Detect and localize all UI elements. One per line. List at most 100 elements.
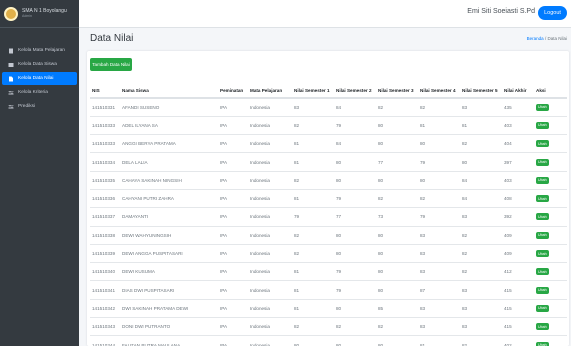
edit-button[interactable]: Ubah (536, 195, 549, 203)
table-cell: 141510340 (90, 262, 120, 282)
table-cell: 80 (376, 226, 418, 245)
table-cell: 79 (334, 189, 376, 209)
edit-button[interactable]: Ubah (536, 341, 549, 346)
table-cell: 141510338 (90, 226, 120, 245)
table-body: 141510331 AFANDI SUSENO IPA Indonesia 83 84 82… (90, 98, 567, 346)
table-cell: 409 (502, 244, 534, 264)
table-cell: 84 (460, 189, 502, 209)
sliders-icon (8, 104, 14, 110)
table-cell: DEWI ANGGA PUSPITASARI (120, 244, 218, 264)
table-cell: 79 (334, 280, 376, 300)
column-header[interactable]: Nilai Semester 2 (334, 83, 376, 99)
table-cell: 81 (292, 189, 334, 209)
table-cell: IPA (218, 226, 248, 245)
edit-button[interactable]: Ubah (536, 286, 549, 294)
sidebar-item[interactable]: Kelola Data Siswa (2, 58, 77, 71)
table-cell: IPA (218, 244, 248, 264)
table-cell: 80 (334, 335, 376, 346)
table-row: 141510344 FAUZAN PUTRA MAULANA IPA Indonesi… (90, 335, 567, 346)
column-header[interactable]: Nilai Akhir (502, 83, 534, 99)
column-header[interactable]: Nama Siswa (120, 83, 218, 99)
table-cell: 80 (376, 134, 418, 154)
table-cell: 141510339 (90, 244, 120, 264)
table-cell: 85 (376, 299, 418, 319)
column-header[interactable]: NIS (90, 83, 120, 99)
table-cell: IPA (218, 280, 248, 300)
table-cell: 397 (502, 152, 534, 172)
table-cell: 403 (502, 171, 534, 190)
edit-button[interactable]: Ubah (536, 231, 549, 239)
table-row: 141510341 DIAS DWI PUSPITASARI IPA Indonesi… (90, 280, 567, 300)
table-cell: Indonesia (248, 317, 292, 337)
column-header[interactable]: Nilai Semester 4 (418, 83, 460, 99)
table-cell: DWI SAKINAH PRATAMA DEWI (120, 299, 218, 319)
table-cell: 79 (418, 207, 460, 227)
table-cell: Indonesia (248, 171, 292, 190)
column-header[interactable]: Nilai Semester 1 (292, 83, 334, 99)
column-header[interactable]: Peminatan (218, 83, 248, 99)
table-cell: 82 (292, 171, 334, 190)
table-cell: AFANDI SUSENO (120, 98, 218, 117)
table-cell: 80 (418, 134, 460, 154)
table-cell: 141510337 (90, 207, 120, 227)
table-header-row: NIS Nama Siswa Peminatan Mata Pelajaran Nila… (90, 83, 567, 99)
table-cell: 83 (418, 244, 460, 264)
table-cell: ANGGI BERYA PRATAMA (120, 134, 218, 154)
table-cell: 83 (418, 299, 460, 319)
edit-button[interactable]: Ubah (536, 304, 549, 312)
table-cell: IPA (218, 152, 248, 172)
table-row: 141510338 DEWI WAHYUNINGSIH IPA Indonesia 82… (90, 226, 567, 245)
table-cell: IPA (218, 335, 248, 346)
column-header[interactable]: Mata Pelajaran (248, 83, 292, 99)
breadcrumb: Beranda / Data Nilai (527, 36, 567, 41)
edit-button[interactable]: Ubah (536, 213, 549, 221)
table-cell: 83 (292, 98, 334, 117)
table-cell: 402 (502, 335, 534, 346)
table-cell: IPA (218, 134, 248, 154)
column-header[interactable]: Nilai Semester 5 (460, 83, 502, 99)
edit-button[interactable]: Ubah (536, 103, 549, 111)
table-row: 141510333 ANGGI BERYA PRATAMA IPA Indonesia… (90, 134, 567, 154)
edit-button[interactable]: Ubah (536, 250, 549, 258)
book-icon (8, 48, 14, 54)
table-cell: Indonesia (248, 262, 292, 282)
edit-button[interactable]: Ubah (536, 323, 549, 331)
column-header[interactable]: Nilai Semester 3 (376, 83, 418, 99)
table-cell: 87 (418, 280, 460, 300)
table-cell: DAMAYANTI (120, 207, 218, 227)
action-cell: Ubah (534, 134, 567, 154)
edit-button[interactable]: Ubah (536, 268, 549, 276)
edit-button[interactable]: Ubah (536, 140, 549, 148)
table-cell: IPA (218, 171, 248, 190)
action-cell: Ubah (534, 280, 567, 300)
table-cell: 141510342 (90, 299, 120, 319)
table-cell: 141510331 (90, 98, 120, 117)
page-title: Data Nilai (90, 33, 134, 44)
sidebar-item[interactable]: Kelola Mata Pelajaran (2, 44, 77, 57)
edit-button[interactable]: Ubah (536, 176, 549, 184)
brand-text: SMA N 1 Boyolangu Admin (22, 8, 67, 19)
sidebar-item[interactable]: Kelola Kriteria (2, 86, 77, 99)
breadcrumb-home[interactable]: Beranda (527, 36, 544, 41)
table-cell: 82 (292, 317, 334, 337)
table-cell: Indonesia (248, 152, 292, 172)
table-cell: 403 (502, 116, 534, 136)
edit-button[interactable]: Ubah (536, 158, 549, 166)
table-cell: 83 (460, 280, 502, 300)
column-header[interactable]: Aksi (534, 83, 567, 99)
action-cell: Ubah (534, 189, 567, 209)
edit-button[interactable]: Ubah (536, 121, 549, 129)
table-cell: 84 (334, 134, 376, 154)
table-cell: 412 (502, 262, 534, 282)
table-cell: 83 (460, 207, 502, 227)
sidebar-item[interactable]: Prediksi (2, 100, 77, 113)
table-row: 141510331 AFANDI SUSENO IPA Indonesia 83 84 82… (90, 98, 567, 117)
grades-table: NIS Nama Siswa Peminatan Mata Pelajaran Nila… (90, 83, 567, 346)
brand[interactable]: SMA N 1 Boyolangu Admin (0, 0, 79, 28)
table-cell: 82 (334, 317, 376, 337)
table-row: 141510342 DWI SAKINAH PRATAMA DEWI IPA Indo… (90, 299, 567, 319)
add-data-button[interactable]: Tambah Data Nilai (90, 58, 132, 71)
table-cell: 80 (334, 152, 376, 172)
logout-button[interactable]: Logout (538, 6, 567, 20)
sidebar-item[interactable]: Kelola Data Nilai (2, 72, 77, 85)
